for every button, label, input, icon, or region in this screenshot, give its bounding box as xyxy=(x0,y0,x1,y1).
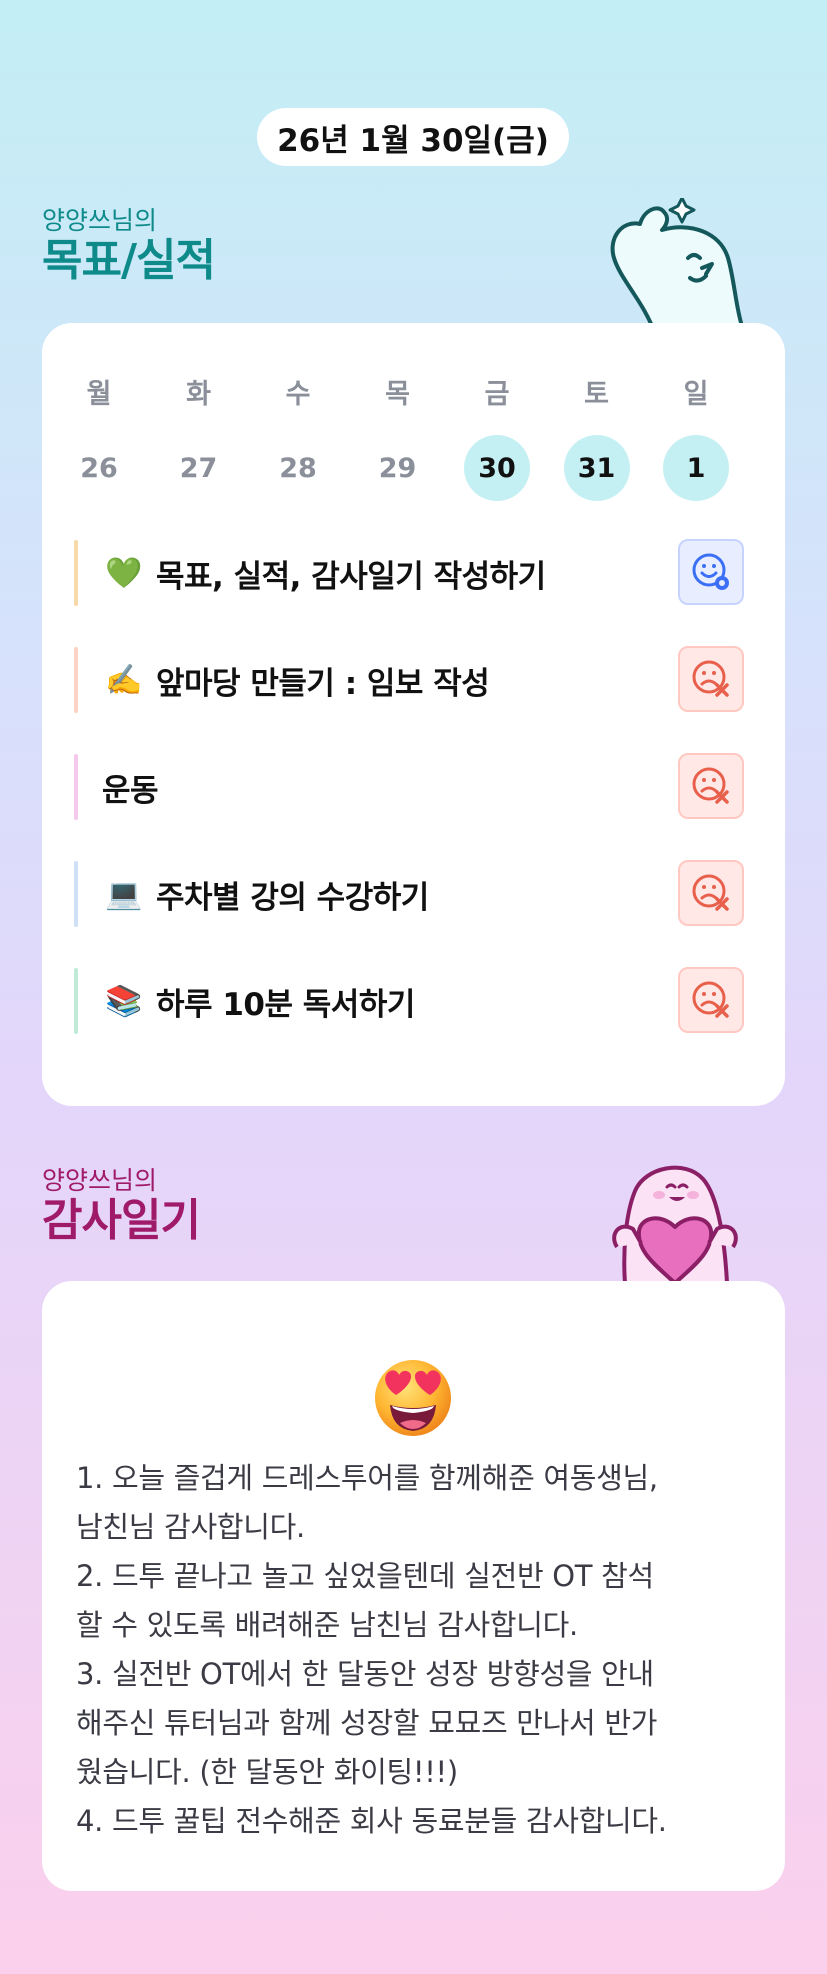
date-cell[interactable]: 29 xyxy=(365,435,431,501)
weekday-sun: 일 xyxy=(683,378,709,410)
goal-item[interactable]: 운동 xyxy=(74,753,754,820)
date-cell-active[interactable]: 1 xyxy=(663,435,729,501)
diary-text: 1. 오늘 즐겁게 드레스투어를 함께해준 여동생님, 남친님 감사합니다. 2… xyxy=(76,1461,667,1838)
heart-eyes-icon xyxy=(375,1360,451,1436)
status-fail-button[interactable] xyxy=(678,753,744,819)
diary-section-owner: 양양쓰님의 xyxy=(42,1166,158,1195)
weekday-wed: 수 xyxy=(285,378,311,410)
goal-text: 앞마당 만들기 : 임보 작성 xyxy=(156,665,490,702)
goal-item[interactable]: 📚 하루 10분 독서하기 xyxy=(74,967,754,1034)
diary-card: 1. 오늘 즐겁게 드레스투어를 함께해준 여동생님, 남친님 감사합니다. 2… xyxy=(42,1281,785,1891)
goal-color-bar xyxy=(74,861,78,927)
frown-x-icon xyxy=(692,767,729,804)
goal-text: 운동 xyxy=(102,772,159,809)
frown-x-icon xyxy=(692,660,729,697)
goal-item[interactable]: 💚 목표, 실적, 감사일기 작성하기 xyxy=(74,539,754,606)
status-done-button[interactable] xyxy=(678,539,744,605)
heart-ghost-mascot-icon xyxy=(612,1165,738,1283)
date-label: 26년 1월 30일(금) xyxy=(277,122,549,159)
status-fail-button[interactable] xyxy=(678,646,744,712)
goal-section-header: 양양쓰님의 목표/실적 xyxy=(42,206,216,286)
status-fail-button[interactable] xyxy=(678,967,744,1033)
date-pill: 26년 1월 30일(금) xyxy=(257,108,569,166)
books-icon: 📚 xyxy=(105,983,143,1019)
goal-list: 💚 목표, 실적, 감사일기 작성하기 ✍️ 앞마당 만들기 : 임보 작성 운… xyxy=(74,539,754,1075)
weekday-thu: 목 xyxy=(385,378,410,410)
status-fail-button[interactable] xyxy=(678,860,744,926)
date-cell[interactable]: 27 xyxy=(166,435,232,501)
date-cell-active[interactable]: 31 xyxy=(563,435,630,501)
green-heart-icon: 💚 xyxy=(105,555,143,591)
goal-item[interactable]: 💻 주차별 강의 수강하기 xyxy=(74,860,754,927)
frown-x-icon xyxy=(692,981,729,1018)
laptop-icon: 💻 xyxy=(105,876,143,912)
weekday-tue: 화 xyxy=(186,378,211,410)
goal-section-title: 목표/실적 xyxy=(42,235,216,286)
ghost-mascot-icon xyxy=(610,198,744,326)
weekday-mon: 월 xyxy=(86,378,112,410)
date-cell[interactable]: 28 xyxy=(265,435,331,501)
date-row: 26 27 28 29 30 31 1 xyxy=(66,435,729,501)
weekday-fri: 금 xyxy=(484,378,510,410)
goal-color-bar xyxy=(74,647,78,713)
goal-color-bar xyxy=(74,540,78,606)
frown-x-icon xyxy=(692,874,729,911)
date-cell-active[interactable]: 30 xyxy=(464,435,530,501)
goal-section-owner: 양양쓰님의 xyxy=(42,206,158,235)
goal-color-bar xyxy=(74,968,78,1034)
goal-text: 하루 10분 독서하기 xyxy=(156,986,415,1023)
diary-section-title: 감사일기 xyxy=(42,1195,201,1246)
goal-card: 월 화 수 목 금 토 일 26 27 28 29 30 31 1 💚 목표, … xyxy=(42,323,785,1106)
date-cell[interactable]: 26 xyxy=(66,435,132,501)
diary-section-header: 양양쓰님의 감사일기 xyxy=(42,1166,201,1246)
goal-item[interactable]: ✍️ 앞마당 만들기 : 임보 작성 xyxy=(74,646,754,713)
goal-text: 목표, 실적, 감사일기 작성하기 xyxy=(156,558,546,595)
week-calendar: 월 화 수 목 금 토 일 26 27 28 29 30 31 1 xyxy=(66,373,729,501)
smile-check-icon xyxy=(692,553,729,590)
writing-hand-icon: ✍️ xyxy=(105,662,143,698)
weekday-row: 월 화 수 목 금 토 일 xyxy=(66,373,729,410)
goal-text: 주차별 강의 수강하기 xyxy=(156,879,429,916)
weekday-sat: 토 xyxy=(584,378,609,410)
goal-color-bar xyxy=(74,754,78,820)
